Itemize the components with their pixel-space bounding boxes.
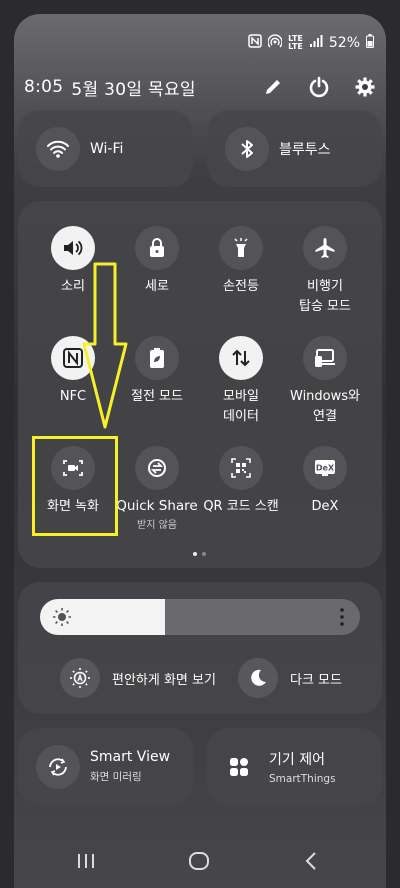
moon-icon bbox=[238, 658, 278, 698]
wifi-icon bbox=[36, 126, 80, 171]
eye-comfort-label: 편안하게 화면 보기 bbox=[112, 672, 216, 688]
tile-link-windows[interactable]: Windows와 연결 bbox=[283, 336, 367, 427]
settings-icon[interactable] bbox=[354, 76, 376, 98]
tile-qr-scanner[interactable]: QR 코드 스캔 bbox=[199, 446, 283, 517]
lte-indicator: LTE LTE bbox=[288, 34, 303, 51]
flashlight-icon bbox=[219, 226, 263, 270]
dex-badge: DeX bbox=[316, 464, 335, 473]
smart-view-title: Smart View bbox=[90, 749, 171, 765]
device-control-button[interactable]: 기기 제어 SmartThings bbox=[207, 728, 382, 805]
rotation-lock-icon bbox=[135, 226, 179, 270]
tile-label: 모바일 데이터 bbox=[223, 389, 259, 424]
data-arrows-icon bbox=[219, 336, 263, 380]
tile-label: QR 코드 스캔 bbox=[203, 499, 279, 514]
down-arrow-icon bbox=[82, 262, 128, 436]
quick-share-icon bbox=[135, 446, 179, 490]
tile-quick-share[interactable]: Quick Share 받지 않음 bbox=[115, 446, 199, 531]
wifi-toggle[interactable]: Wi-Fi bbox=[18, 110, 193, 187]
nfc-status-icon bbox=[248, 34, 262, 52]
tile-label: DeX bbox=[311, 499, 339, 514]
back-icon[interactable] bbox=[296, 846, 326, 876]
bluetooth-label: 블루투스 bbox=[279, 141, 331, 158]
qr-code-icon bbox=[219, 446, 263, 490]
time-text: 8:05 bbox=[24, 77, 64, 97]
smart-view-subtitle: 화면 미러링 bbox=[90, 771, 142, 783]
home-icon[interactable] bbox=[184, 846, 214, 876]
airplane-icon bbox=[303, 226, 347, 270]
tile-dex[interactable]: DeX DeX bbox=[283, 446, 367, 517]
battery-percent: 52% bbox=[328, 35, 360, 51]
page-dot-active bbox=[193, 552, 197, 556]
smart-view-button[interactable]: Smart View 화면 미러링 bbox=[18, 728, 193, 805]
tile-mobile-data[interactable]: 모바일 데이터 bbox=[199, 336, 283, 427]
bluetooth-icon bbox=[225, 126, 269, 171]
power-icon[interactable] bbox=[308, 76, 330, 98]
recent-apps-icon[interactable] bbox=[71, 846, 101, 876]
signal-icon bbox=[309, 34, 323, 52]
status-bar: LTE LTE 52% bbox=[248, 33, 374, 53]
brightness-slider[interactable] bbox=[40, 599, 360, 635]
page-dot bbox=[202, 552, 206, 556]
dark-mode-label: 다크 모드 bbox=[290, 672, 342, 688]
hotspot-icon bbox=[267, 34, 283, 52]
date-text: 5월 30일 목요일 bbox=[71, 79, 196, 100]
sun-icon bbox=[52, 607, 72, 631]
edit-icon[interactable] bbox=[262, 76, 284, 98]
eye-comfort-toggle[interactable]: 편안하게 화면 보기 bbox=[60, 658, 216, 698]
tile-sublabel: 받지 않음 bbox=[137, 520, 177, 531]
header-row: 8:05 5월 30일 목요일 bbox=[24, 74, 376, 100]
dex-icon: DeX bbox=[303, 446, 347, 490]
device-grid-icon bbox=[227, 755, 251, 779]
page-indicator bbox=[193, 552, 206, 556]
dark-mode-toggle[interactable]: 다크 모드 bbox=[238, 658, 342, 698]
battery-leaf-icon bbox=[135, 336, 179, 380]
tile-label: Windows와 연결 bbox=[290, 389, 360, 424]
tile-airplane[interactable]: 비행기 탑승 모드 bbox=[283, 226, 367, 317]
eye-comfort-icon bbox=[60, 658, 100, 698]
tile-label: 비행기 탑승 모드 bbox=[299, 279, 351, 314]
link-to-windows-icon bbox=[303, 336, 347, 380]
tile-label: 손전등 bbox=[223, 279, 259, 294]
screen-recorder-highlight bbox=[32, 436, 118, 536]
battery-icon bbox=[366, 34, 374, 52]
bluetooth-toggle[interactable]: 블루투스 bbox=[207, 110, 382, 187]
wifi-label: Wi-Fi bbox=[90, 140, 124, 157]
device-control-subtitle: SmartThings bbox=[269, 772, 336, 785]
smart-view-icon bbox=[36, 744, 80, 789]
device-control-title: 기기 제어 bbox=[269, 751, 325, 768]
tile-label: Quick Share bbox=[116, 498, 198, 514]
tile-flashlight[interactable]: 손전등 bbox=[199, 226, 283, 297]
more-options-icon[interactable] bbox=[340, 608, 344, 630]
